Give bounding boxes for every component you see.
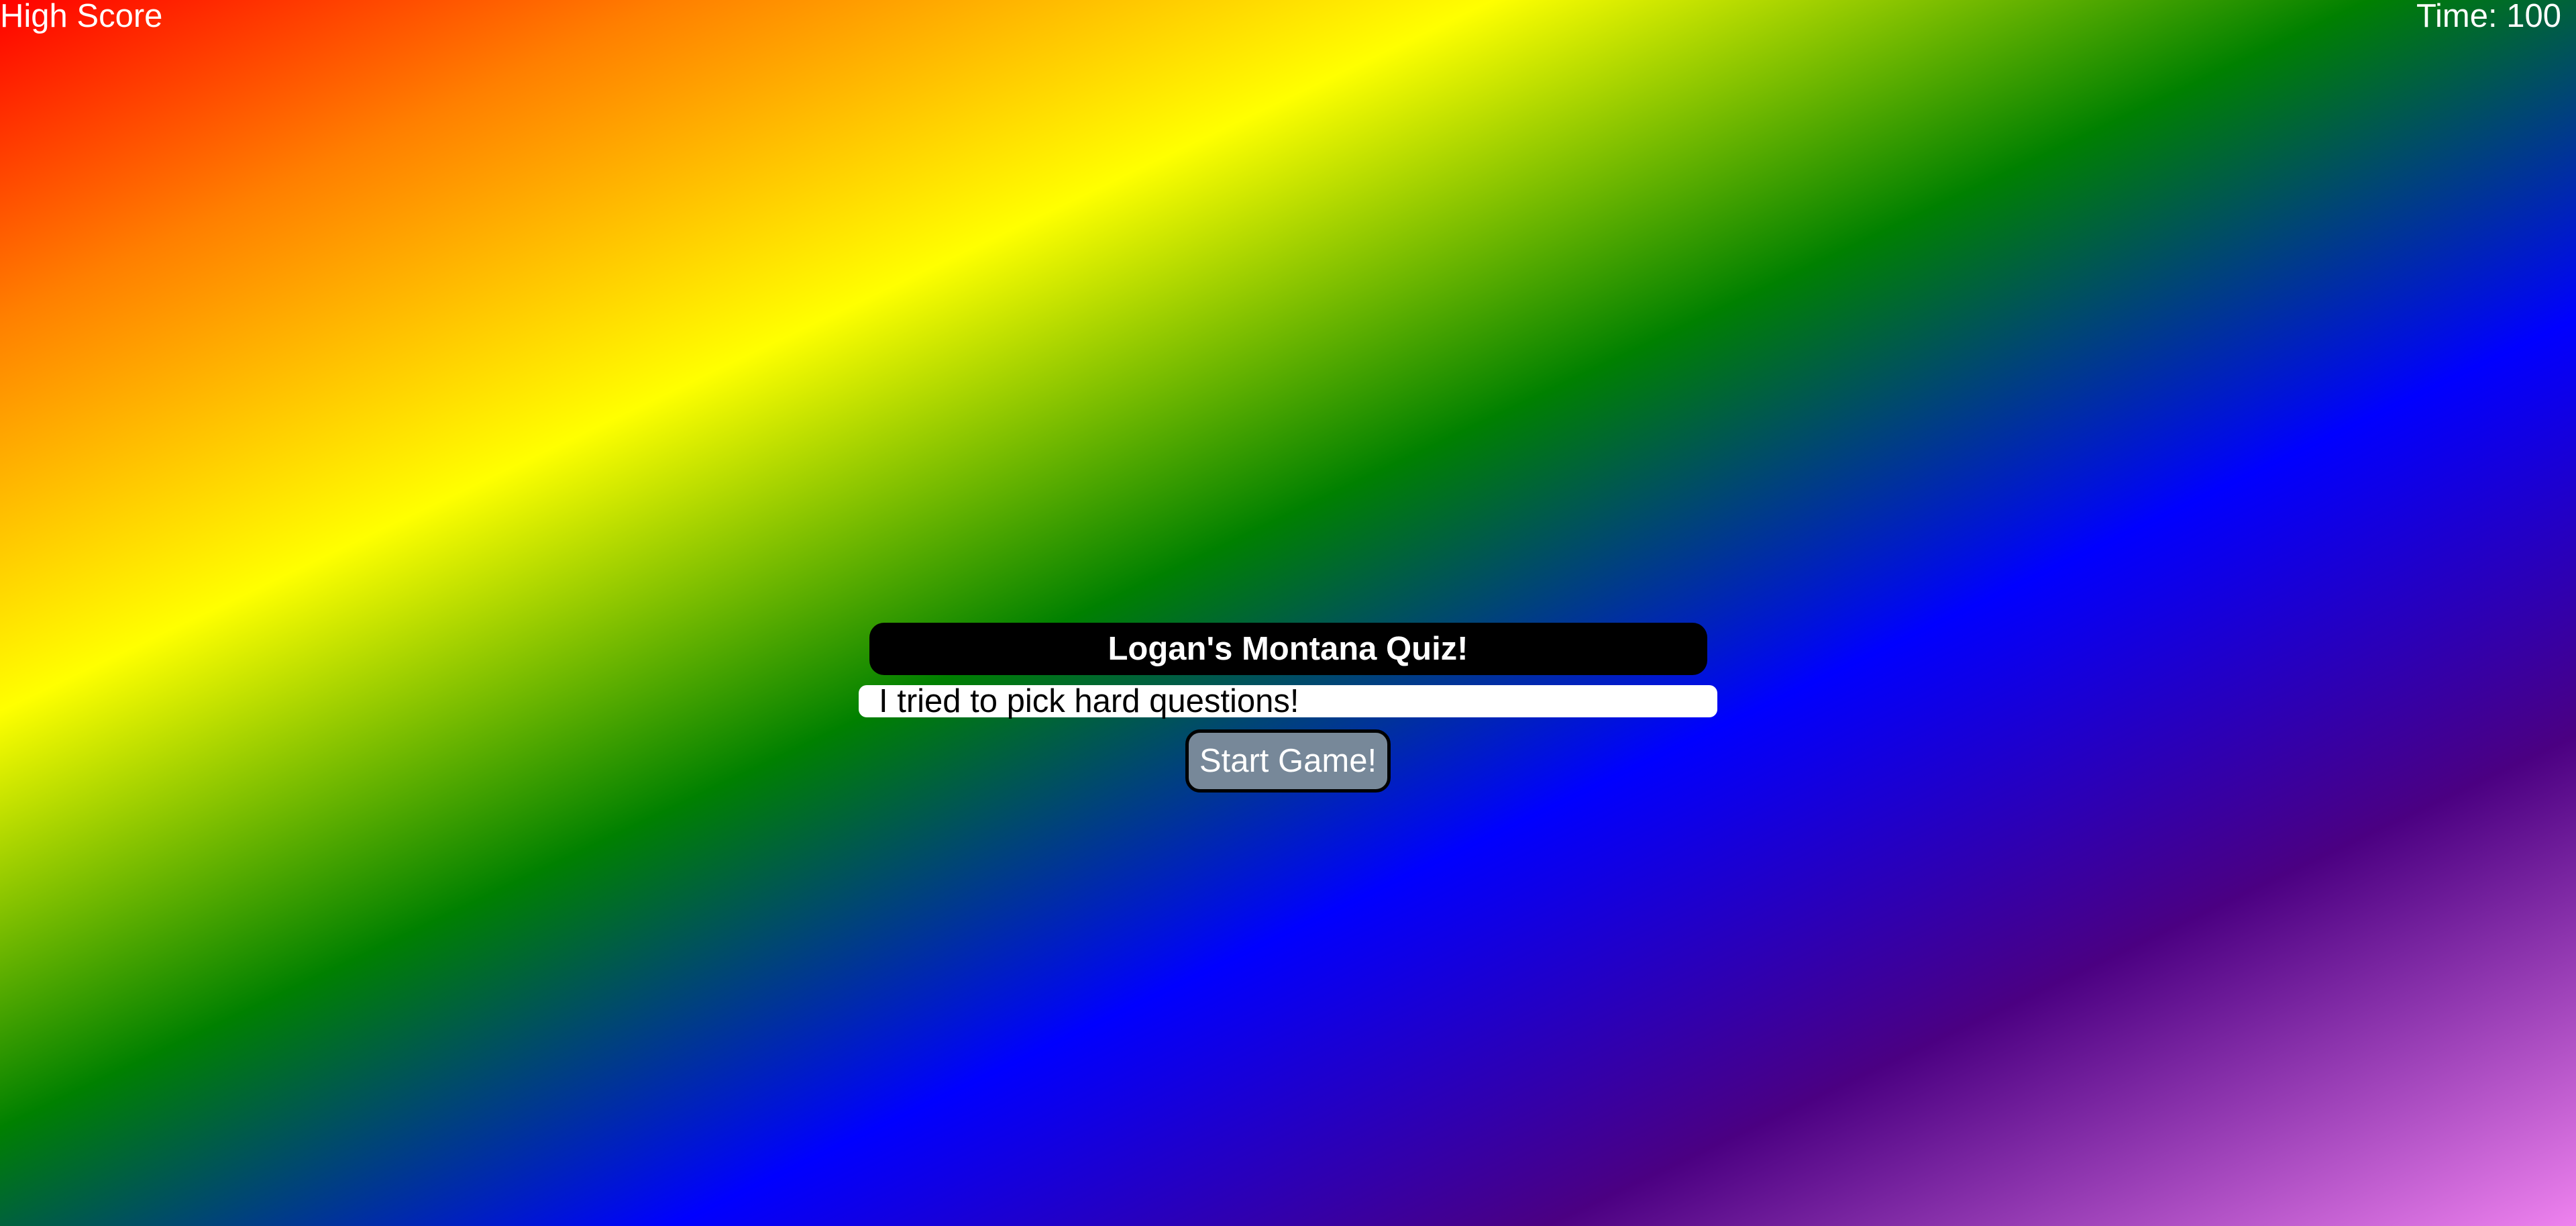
quiz-subtitle: I tried to pick hard questions! (859, 685, 1717, 718)
timer-display: Time: 100 (2416, 0, 2561, 34)
high-score-link[interactable]: High Score (0, 0, 162, 33)
start-game-button[interactable]: Start Game! (1185, 729, 1391, 793)
quiz-title: Logan's Montana Quiz! (869, 623, 1707, 675)
quiz-start-panel: Logan's Montana Quiz! I tried to pick ha… (859, 623, 1717, 793)
